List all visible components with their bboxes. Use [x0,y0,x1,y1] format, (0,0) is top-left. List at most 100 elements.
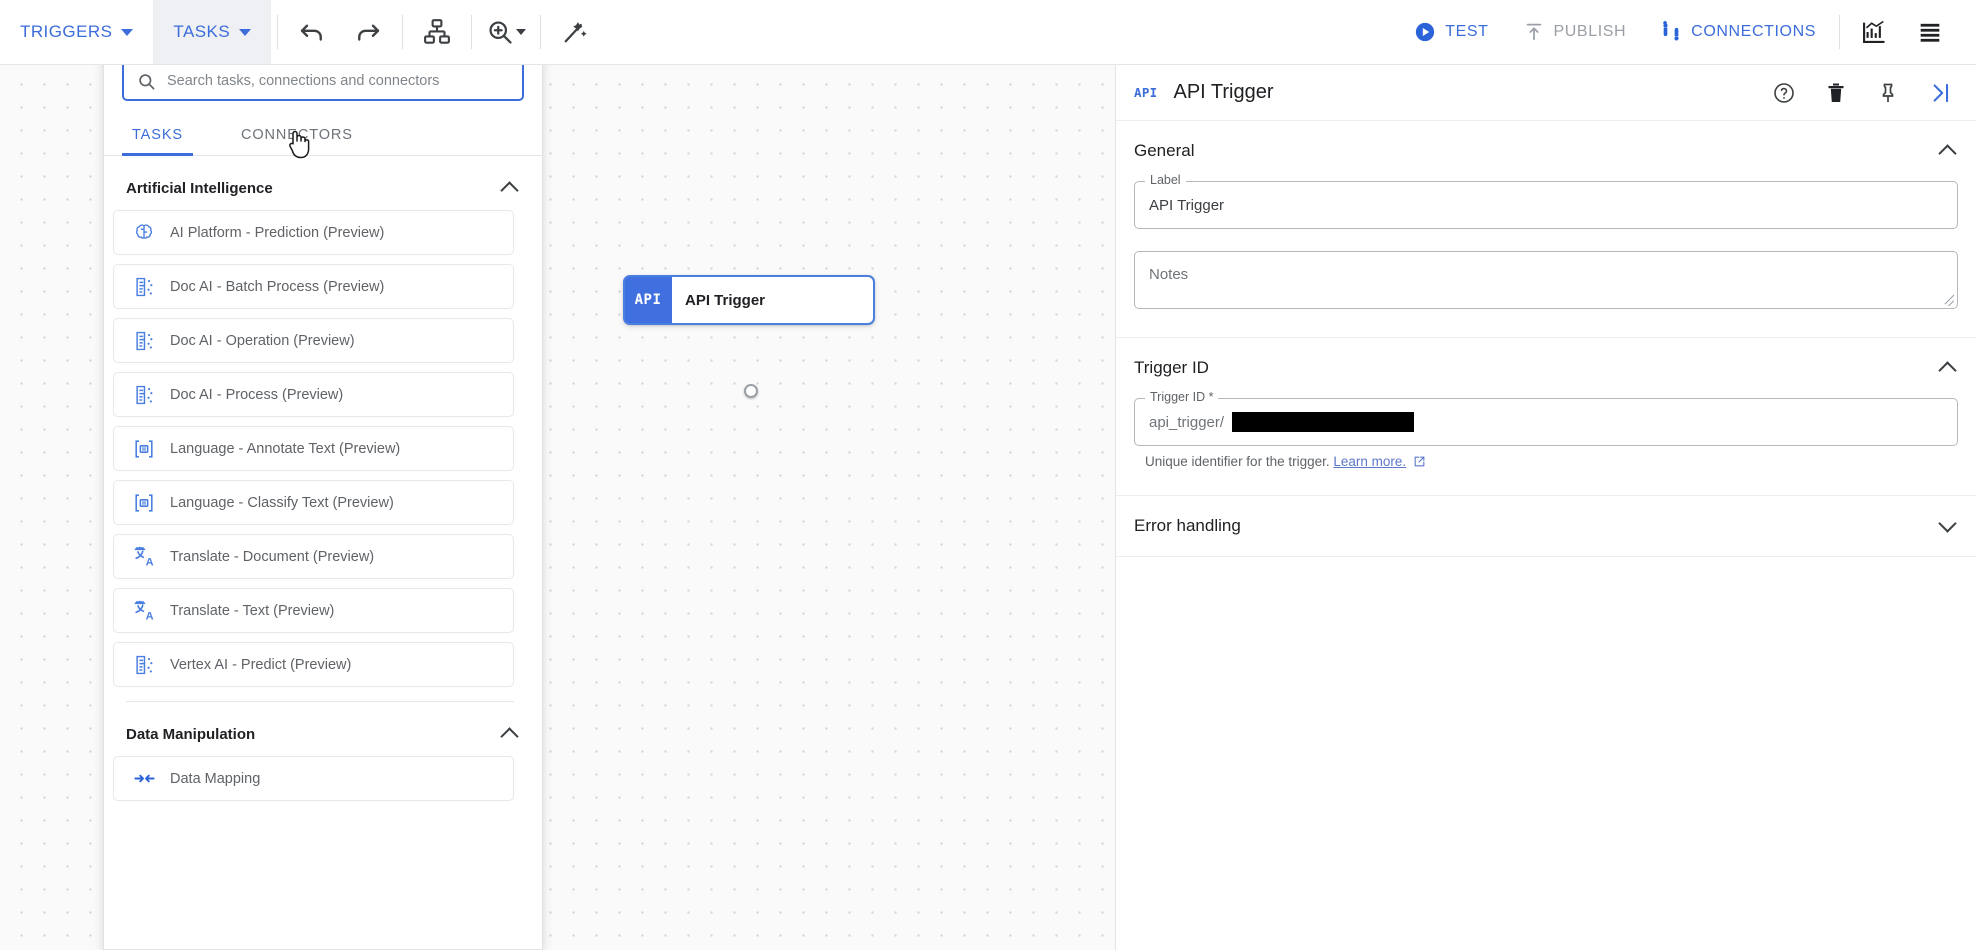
tasks-menu-button[interactable]: TASKS [153,0,271,64]
publish-label: PUBLISH [1554,23,1627,41]
task-item[interactable]: Doc AI - Batch Process (Preview) [113,264,514,309]
node-api-badge: API [624,276,672,324]
help-text-prefix: Unique identifier for the trigger. [1145,454,1330,469]
search-box[interactable] [122,61,524,101]
task-item[interactable]: Doc AI - Operation (Preview) [113,318,514,363]
toolbar-divider [471,15,472,49]
connections-button[interactable]: CONNECTIONS [1643,0,1833,64]
delete-button[interactable] [1818,75,1854,111]
task-label: Language - Annotate Text (Preview) [170,441,400,457]
chevron-down-icon[interactable] [1938,516,1958,536]
task-item[interactable]: A Translate - Text (Preview) [113,588,514,633]
analytics-button[interactable] [1846,4,1902,60]
task-label: Translate - Document (Preview) [170,549,374,565]
tab-tasks-label: TASKS [132,127,183,143]
section-error-handling-header[interactable]: Error handling [1134,516,1958,536]
toolbar-divider [1839,15,1840,49]
search-icon [137,72,156,91]
trigger-id-redacted-value [1232,412,1414,432]
language-text-icon [132,437,156,461]
zoom-button[interactable] [478,4,534,60]
redo-button[interactable] [340,4,396,60]
chevron-up-icon[interactable] [500,178,520,198]
learn-more-link[interactable]: Learn more. [1333,454,1406,469]
group-header-artificial-intelligence[interactable]: Artificial Intelligence [104,156,542,210]
undo-button[interactable] [284,4,340,60]
tasks-flyout-panel: TASKS CONNECTORS Artificial Intelligence [103,45,543,950]
top-toolbar: TRIGGERS TASKS [0,0,1976,65]
toolbar-divider [277,15,278,49]
trigger-id-field[interactable]: Trigger ID * api_trigger/ [1134,398,1958,446]
task-item[interactable]: Data Mapping [113,756,514,801]
trash-icon [1824,81,1848,105]
group-header-data-manipulation[interactable]: Data Manipulation [104,702,542,756]
notes-field[interactable]: Notes [1134,251,1958,309]
node-output-port[interactable] [744,384,758,398]
pin-icon [1876,81,1900,105]
task-label: Doc AI - Operation (Preview) [170,333,355,349]
play-circle-icon [1414,21,1436,43]
test-button[interactable]: TEST [1397,0,1505,64]
toolbar-divider [402,15,403,49]
chevron-up-icon[interactable] [500,724,520,744]
task-item[interactable]: Language - Annotate Text (Preview) [113,426,514,471]
document-ai-icon [132,383,156,407]
undo-icon [297,17,327,47]
translate-icon: A [132,599,156,623]
task-list[interactable]: Artificial Intelligence AI Platform - Pr… [104,156,542,949]
document-ai-icon [132,275,156,299]
hamburger-menu-icon [1916,18,1944,46]
tab-connectors[interactable]: CONNECTORS [231,113,363,155]
collapse-panel-button[interactable] [1922,75,1958,111]
properties-panel-header: API API Trigger [1116,65,1976,121]
analytics-chart-icon [1860,18,1888,46]
triggers-menu-label: TRIGGERS [20,22,112,42]
translate-icon: A [132,545,156,569]
language-text-icon [132,491,156,515]
help-button[interactable] [1766,75,1802,111]
triggers-menu-button[interactable]: TRIGGERS [0,0,153,64]
chevron-up-icon[interactable] [1938,141,1958,161]
task-label: Doc AI - Process (Preview) [170,387,343,403]
search-input[interactable] [167,73,509,89]
task-item[interactable]: Language - Classify Text (Preview) [113,480,514,525]
publish-button[interactable]: PUBLISH [1506,0,1644,64]
task-item[interactable]: A Translate - Document (Preview) [113,534,514,579]
section-trigger-id-header[interactable]: Trigger ID [1134,358,1958,378]
auto-layout-icon [422,17,452,47]
section-general: General Label API Trigger Notes [1116,121,1976,338]
notes-field-placeholder: Notes [1149,266,1188,283]
trigger-id-legend: Trigger ID * [1145,390,1218,404]
main-menu-button[interactable] [1902,4,1958,60]
brain-icon [132,221,156,245]
auto-layout-button[interactable] [409,4,465,60]
chevron-down-icon [239,29,251,36]
panel-api-badge: API [1134,85,1157,100]
task-label: Translate - Text (Preview) [170,603,334,619]
section-general-header[interactable]: General [1134,141,1958,161]
group-title: Data Manipulation [126,726,255,743]
section-error-handling: Error handling [1116,496,1976,557]
chevron-down-icon [121,29,133,36]
chevron-up-icon[interactable] [1938,358,1958,378]
pin-button[interactable] [1870,75,1906,111]
toolbar-divider [540,15,541,49]
tab-tasks[interactable]: TASKS [122,113,193,155]
svg-text:A: A [145,557,153,568]
task-item[interactable]: AI Platform - Prediction (Preview) [113,210,514,255]
magic-wand-button[interactable] [547,4,603,60]
section-title: Trigger ID [1134,358,1209,378]
api-trigger-node[interactable]: API API Trigger [624,276,874,324]
task-item[interactable]: Vertex AI - Predict (Preview) [113,642,514,687]
task-label: Data Mapping [170,771,260,787]
connections-icon [1660,21,1682,43]
zoom-icon [486,18,514,46]
properties-panel: API API Trigger [1115,65,1976,950]
group-title: Artificial Intelligence [126,180,273,197]
task-item[interactable]: Doc AI - Process (Preview) [113,372,514,417]
label-field[interactable]: Label API Trigger [1134,181,1958,229]
chevron-down-icon [516,29,526,35]
redo-icon [353,17,383,47]
resize-handle[interactable] [1942,294,1954,306]
svg-text:A: A [145,611,153,622]
